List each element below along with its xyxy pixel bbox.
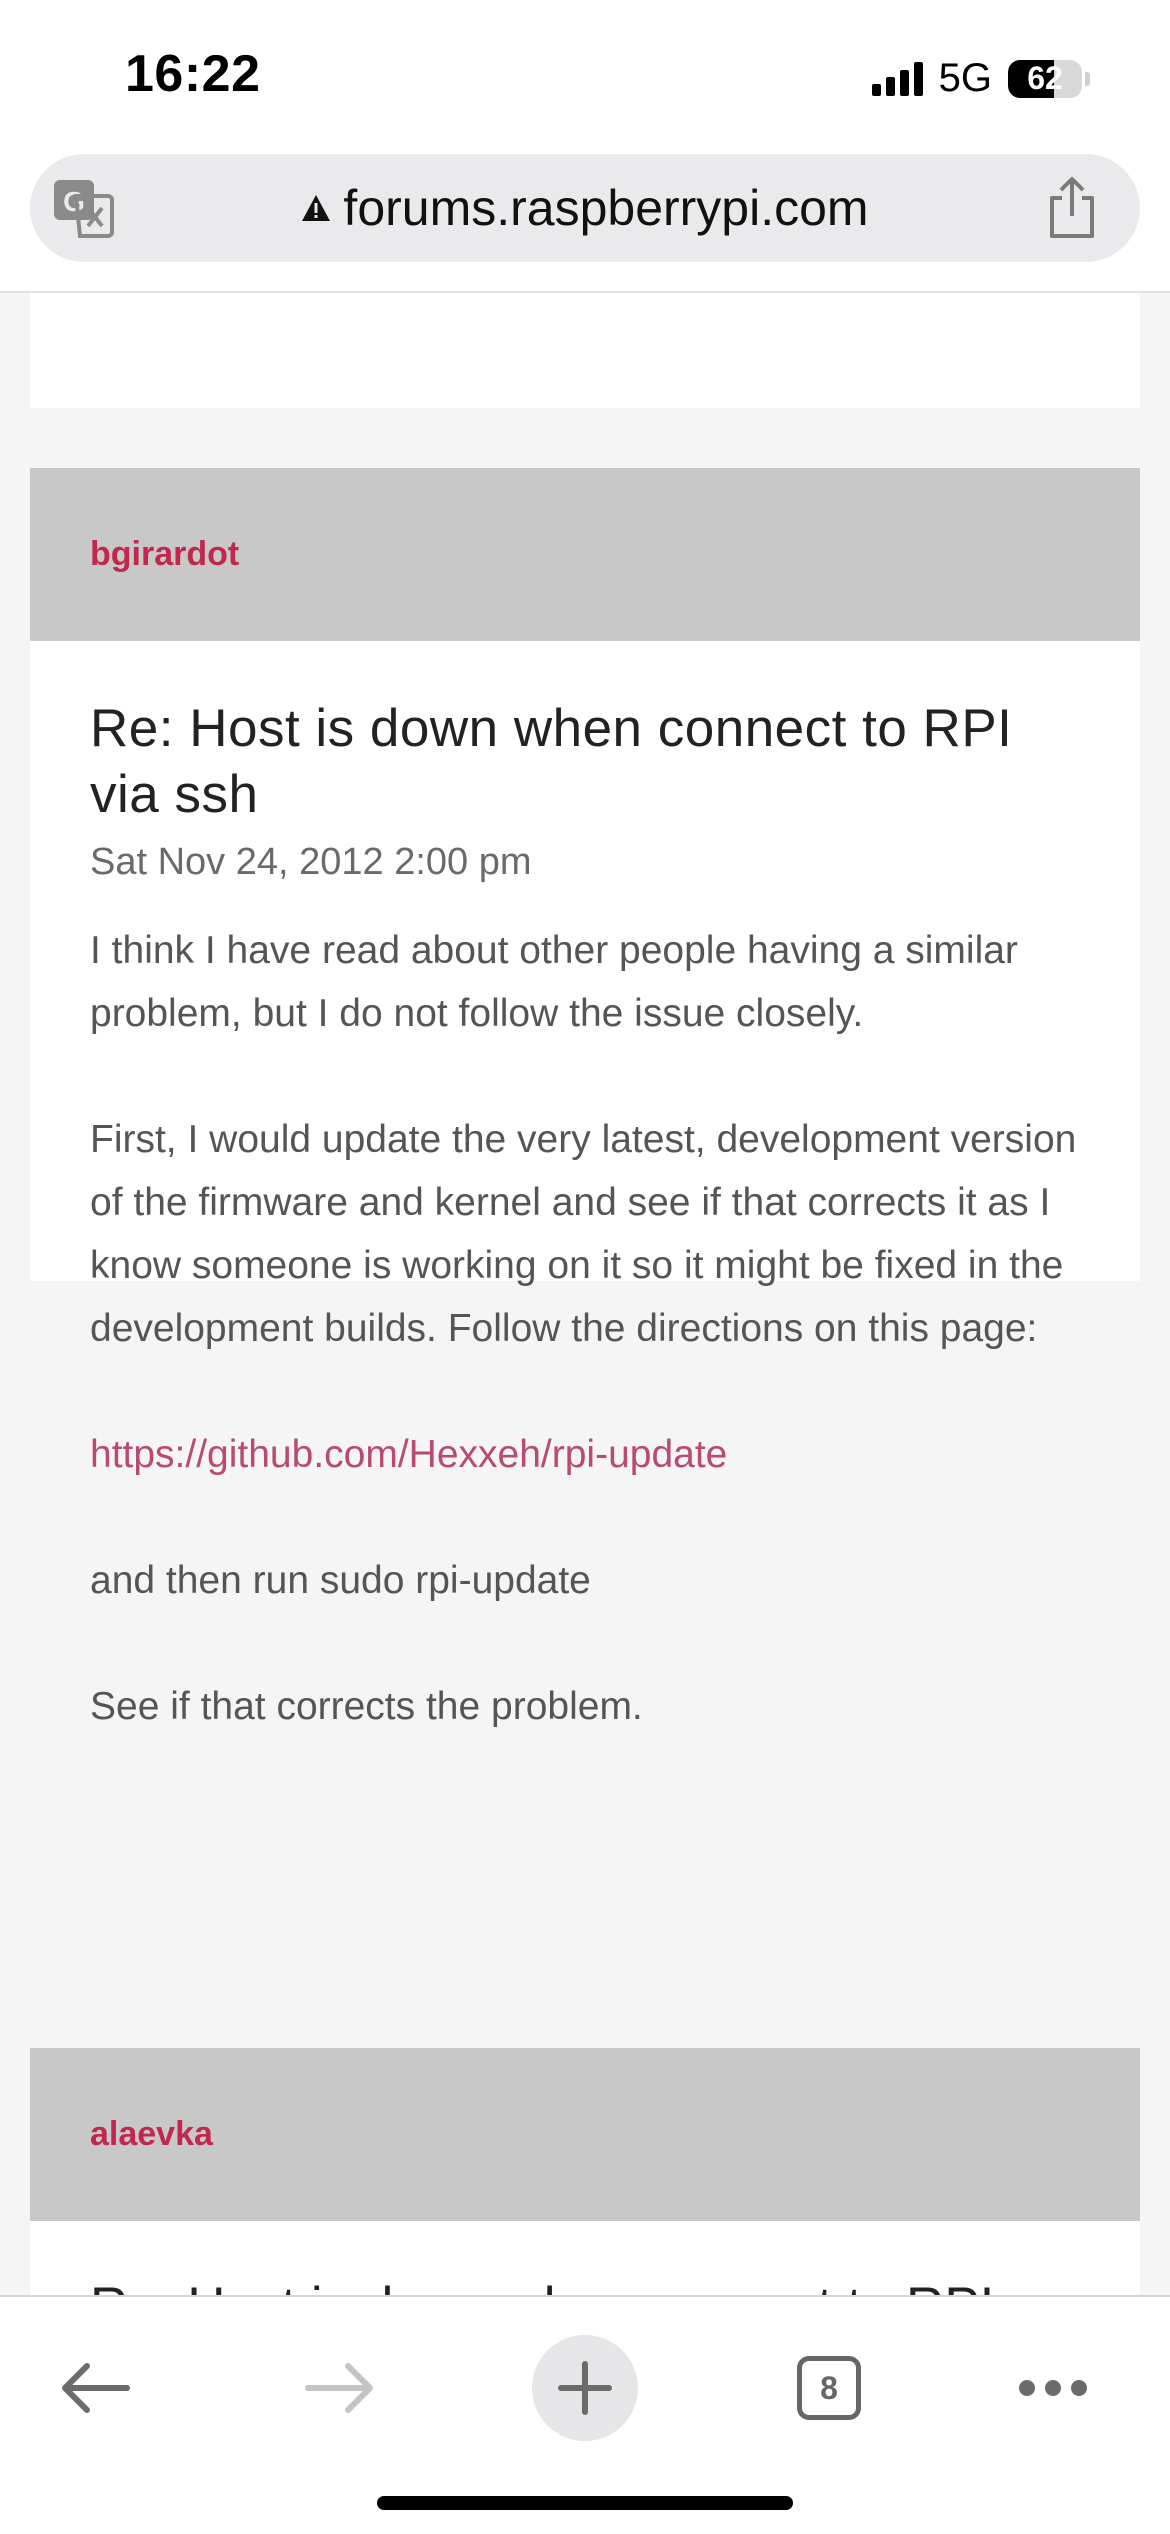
post-paragraph: See if that corrects the problem. <box>90 1685 643 1728</box>
post-header: alaevka <box>30 2048 1140 2221</box>
plus-icon <box>558 2361 612 2415</box>
post-body: Re: Host is down when connect to RPI <box>30 2221 1140 2301</box>
forward-button[interactable] <box>275 2333 405 2443</box>
battery-icon: 62 <box>1008 59 1082 98</box>
post-paragraph: I think I have read about other people h… <box>90 929 1018 1035</box>
back-arrow-icon <box>62 2363 130 2413</box>
status-bar: 16:22 5G 62 <box>0 0 1170 150</box>
post-author[interactable]: alaevka <box>90 2048 213 2221</box>
post-date: Sat Nov 24, 2012 2:00 pm <box>90 841 532 883</box>
browser-address-area: G forums.raspberrypi.com <box>0 150 1170 293</box>
network-label: 5G <box>938 56 992 100</box>
battery-percent: 62 <box>1027 60 1063 96</box>
signal-icon <box>871 61 923 96</box>
post-paragraph: First, I would update the very latest, d… <box>90 1118 1077 1350</box>
status-time: 16:22 <box>125 45 261 103</box>
more-button[interactable] <box>988 2333 1118 2443</box>
post-author[interactable]: bgirardot <box>90 468 239 641</box>
post-paragraph: and then run sudo rpi-update <box>90 1559 591 1602</box>
post-body: Re: Host is down when connect to RPI via… <box>30 641 1140 1728</box>
post-title[interactable]: Re: Host is down when connect to RPI via… <box>90 696 1090 828</box>
battery-tip <box>1085 71 1090 86</box>
address-bar[interactable]: G forums.raspberrypi.com <box>30 154 1140 262</box>
url-text[interactable]: forums.raspberrypi.com <box>343 179 868 237</box>
post-link[interactable]: https://github.com/Hexxeh/rpi-update <box>90 1433 727 1476</box>
new-tab-button[interactable] <box>520 2333 650 2443</box>
status-indicators: 5G 62 <box>871 56 1090 101</box>
more-dots-icon <box>1019 2380 1087 2396</box>
tabs-button[interactable]: 8 <box>764 2333 894 2443</box>
share-icon[interactable] <box>1044 176 1100 240</box>
post-header: bgirardot <box>30 468 1140 641</box>
tab-count: 8 <box>820 2369 838 2406</box>
warning-icon <box>302 195 331 221</box>
back-button[interactable] <box>30 2333 160 2443</box>
previous-post-tail <box>30 293 1140 408</box>
forward-arrow-icon <box>305 2363 373 2413</box>
post-content: I think I have read about other people h… <box>90 919 1110 1801</box>
home-indicator[interactable] <box>377 2496 793 2510</box>
tabs-icon: 8 <box>797 2356 861 2420</box>
